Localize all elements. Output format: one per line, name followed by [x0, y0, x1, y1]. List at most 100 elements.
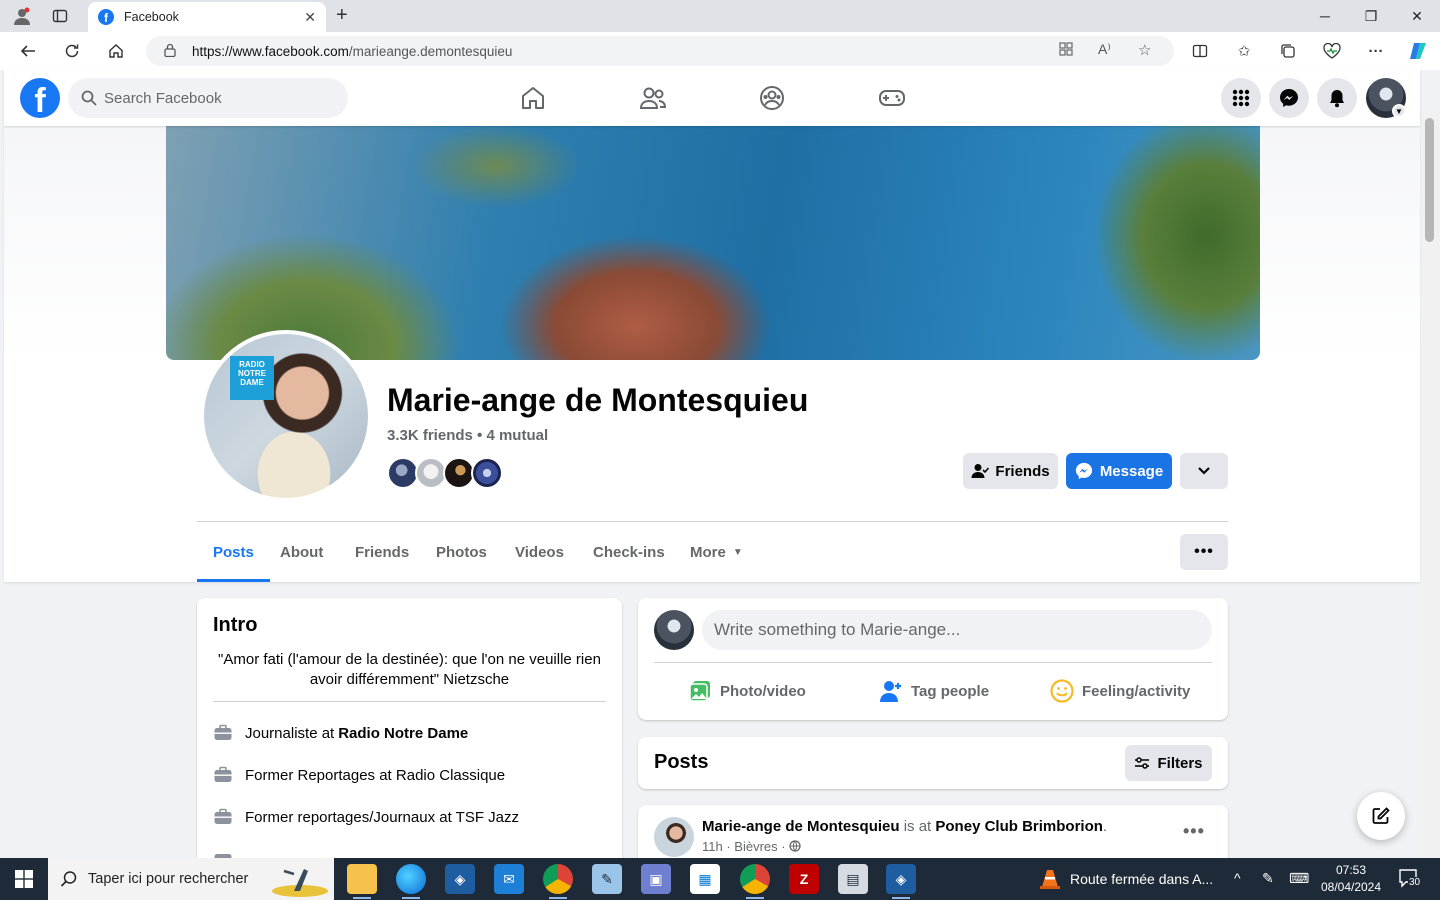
- post-author-link[interactable]: Marie-ange de Montesquieu: [702, 818, 900, 835]
- message-button-label: Message: [1099, 462, 1164, 480]
- document-icon[interactable]: ▤: [838, 864, 868, 894]
- notification-center-icon[interactable]: 30: [1398, 868, 1422, 891]
- scrollbar-thumb[interactable]: [1425, 118, 1434, 242]
- news-widget[interactable]: Route fermée dans A...: [1038, 858, 1213, 900]
- edge-browser-icon[interactable]: [396, 864, 426, 899]
- close-tab-icon[interactable]: ✕: [304, 9, 316, 26]
- notifications-button[interactable]: [1317, 78, 1357, 118]
- read-aloud-icon[interactable]: A⁾: [1098, 41, 1111, 58]
- chrome-profile-icon[interactable]: [740, 864, 770, 899]
- new-tab-icon[interactable]: +: [336, 4, 348, 27]
- split-screen-icon[interactable]: [1188, 40, 1212, 62]
- news-headline: Route fermée dans A...: [1070, 871, 1214, 887]
- restore-icon[interactable]: ❐: [1348, 0, 1394, 32]
- minimize-icon[interactable]: ─: [1302, 0, 1348, 32]
- mail-icon[interactable]: ✉: [494, 864, 524, 894]
- start-button[interactable]: [0, 858, 48, 900]
- show-hidden-icons-chevron-up-icon[interactable]: ^: [1234, 870, 1241, 886]
- profile-more-button[interactable]: •••: [1180, 534, 1228, 570]
- posts-title: Posts: [654, 751, 709, 773]
- taskbar-search-placeholder: Taper ici pour rechercher: [88, 871, 249, 887]
- tab-check-ins[interactable]: Check-ins: [577, 526, 681, 578]
- app-icon[interactable]: ◈: [445, 864, 475, 894]
- store-icon[interactable]: ▦: [690, 864, 720, 894]
- tab-about[interactable]: About: [264, 526, 339, 578]
- file-explorer-icon[interactable]: [347, 864, 377, 899]
- groups-nav-icon[interactable]: [756, 82, 788, 114]
- app-available-icon[interactable]: [1058, 41, 1074, 61]
- photo-video-button[interactable]: Photo/video: [688, 678, 806, 704]
- messenger-button[interactable]: [1269, 78, 1309, 118]
- filezilla-icon[interactable]: Z: [789, 864, 819, 894]
- account-chevron-down-icon[interactable]: ▼: [1392, 104, 1406, 118]
- intro-work-text: Former reportages/Journaux at TSF Jazz: [245, 808, 519, 826]
- filters-label: Filters: [1157, 754, 1203, 772]
- windows-logo-icon: [15, 870, 33, 888]
- intro-work-item: Former reportages/Journaux at TSF Jazz: [213, 805, 519, 829]
- tab-more[interactable]: More ▼: [674, 526, 759, 578]
- tab-posts[interactable]: Posts: [197, 526, 270, 582]
- friends-button[interactable]: Friends: [963, 453, 1058, 489]
- browser-essentials-icon[interactable]: [1320, 40, 1344, 62]
- composer-input[interactable]: Write something to Marie-ange...: [702, 610, 1212, 650]
- cover-photo[interactable]: [166, 126, 1260, 360]
- tab-friends[interactable]: Friends: [339, 526, 425, 578]
- gaming-nav-icon[interactable]: [876, 82, 908, 114]
- taskbar-search-input[interactable]: Taper ici pour rechercher: [48, 858, 334, 900]
- intro-work-org-link[interactable]: Radio Notre Dame: [338, 725, 468, 742]
- collections-icon[interactable]: [1276, 40, 1300, 62]
- profile-picture[interactable]: RADIO NOTRE DAME: [200, 330, 372, 502]
- intro-bio: "Amor fati (l'amour de la destinée): que…: [218, 651, 601, 688]
- chrome-icon[interactable]: [543, 864, 573, 899]
- post-place-link[interactable]: Poney Club Brimborion: [935, 818, 1103, 835]
- photo-icon: [689, 681, 710, 702]
- home-nav-icon[interactable]: [517, 82, 549, 114]
- facebook-header: f Search Facebook ▼: [4, 70, 1420, 126]
- menu-grid-button[interactable]: [1221, 78, 1261, 118]
- mutual-friend-avatar[interactable]: [471, 457, 503, 489]
- app-icon[interactable]: ▣: [641, 864, 671, 894]
- favorite-star-icon[interactable]: ☆: [1138, 41, 1151, 59]
- system-clock[interactable]: 07:53 08/04/2024: [1318, 862, 1384, 896]
- post-author-avatar[interactable]: [654, 817, 694, 857]
- new-message-button[interactable]: [1357, 792, 1405, 840]
- favorites-icon[interactable]: ✩: [1232, 40, 1256, 62]
- page-scrollbar[interactable]: [1421, 112, 1440, 858]
- facebook-search-input[interactable]: Search Facebook: [68, 78, 348, 118]
- settings-more-icon[interactable]: ···: [1364, 40, 1388, 62]
- browser-tab-facebook[interactable]: f Facebook ✕: [88, 2, 326, 32]
- tag-people-label: Tag people: [911, 682, 990, 700]
- lock-icon[interactable]: [164, 43, 176, 57]
- search-highlight-icon: [272, 869, 328, 897]
- friends-nav-icon[interactable]: [637, 82, 669, 114]
- friends-count-link[interactable]: 3.3K friends • 4 mutual: [387, 427, 548, 444]
- facebook-logo-icon[interactable]: f: [20, 78, 60, 118]
- filters-button[interactable]: Filters: [1125, 745, 1212, 781]
- refresh-icon[interactable]: [58, 38, 86, 64]
- messenger-icon: [1075, 462, 1092, 480]
- message-button[interactable]: Message: [1066, 453, 1172, 489]
- profile-icon[interactable]: [6, 0, 38, 32]
- post-time[interactable]: 11h · Bièvres ·: [702, 839, 786, 854]
- close-window-icon[interactable]: ✕: [1394, 0, 1440, 32]
- tab-photos[interactable]: Photos: [420, 526, 503, 578]
- app-icon[interactable]: ◈: [886, 864, 916, 899]
- copilot-icon[interactable]: [1406, 40, 1430, 62]
- tag-people-button[interactable]: Tag people: [879, 678, 989, 704]
- tab-videos[interactable]: Videos: [499, 526, 580, 578]
- home-icon[interactable]: [102, 38, 130, 64]
- feeling-activity-button[interactable]: Feeling/activity: [1050, 678, 1190, 704]
- intro-work-text: Former Reportages at Radio Classique: [245, 766, 506, 784]
- pen-icon[interactable]: ✎: [1262, 870, 1274, 887]
- tab-actions-icon[interactable]: [44, 0, 76, 32]
- keyboard-icon[interactable]: ⌨: [1289, 870, 1309, 887]
- composer-avatar[interactable]: [654, 610, 694, 650]
- briefcase-icon: [214, 766, 232, 782]
- clock-time: 07:53: [1335, 863, 1367, 877]
- back-icon[interactable]: [14, 38, 42, 64]
- browser-tab-bar: f Facebook ✕ + ─ ❐ ✕: [0, 0, 1440, 32]
- post-options-icon[interactable]: •••: [1183, 821, 1205, 842]
- notes-icon[interactable]: ✎: [592, 864, 622, 894]
- more-options-dropdown[interactable]: [1180, 453, 1228, 489]
- address-bar[interactable]: https://www.facebook.com/marieange.demon…: [146, 36, 1174, 66]
